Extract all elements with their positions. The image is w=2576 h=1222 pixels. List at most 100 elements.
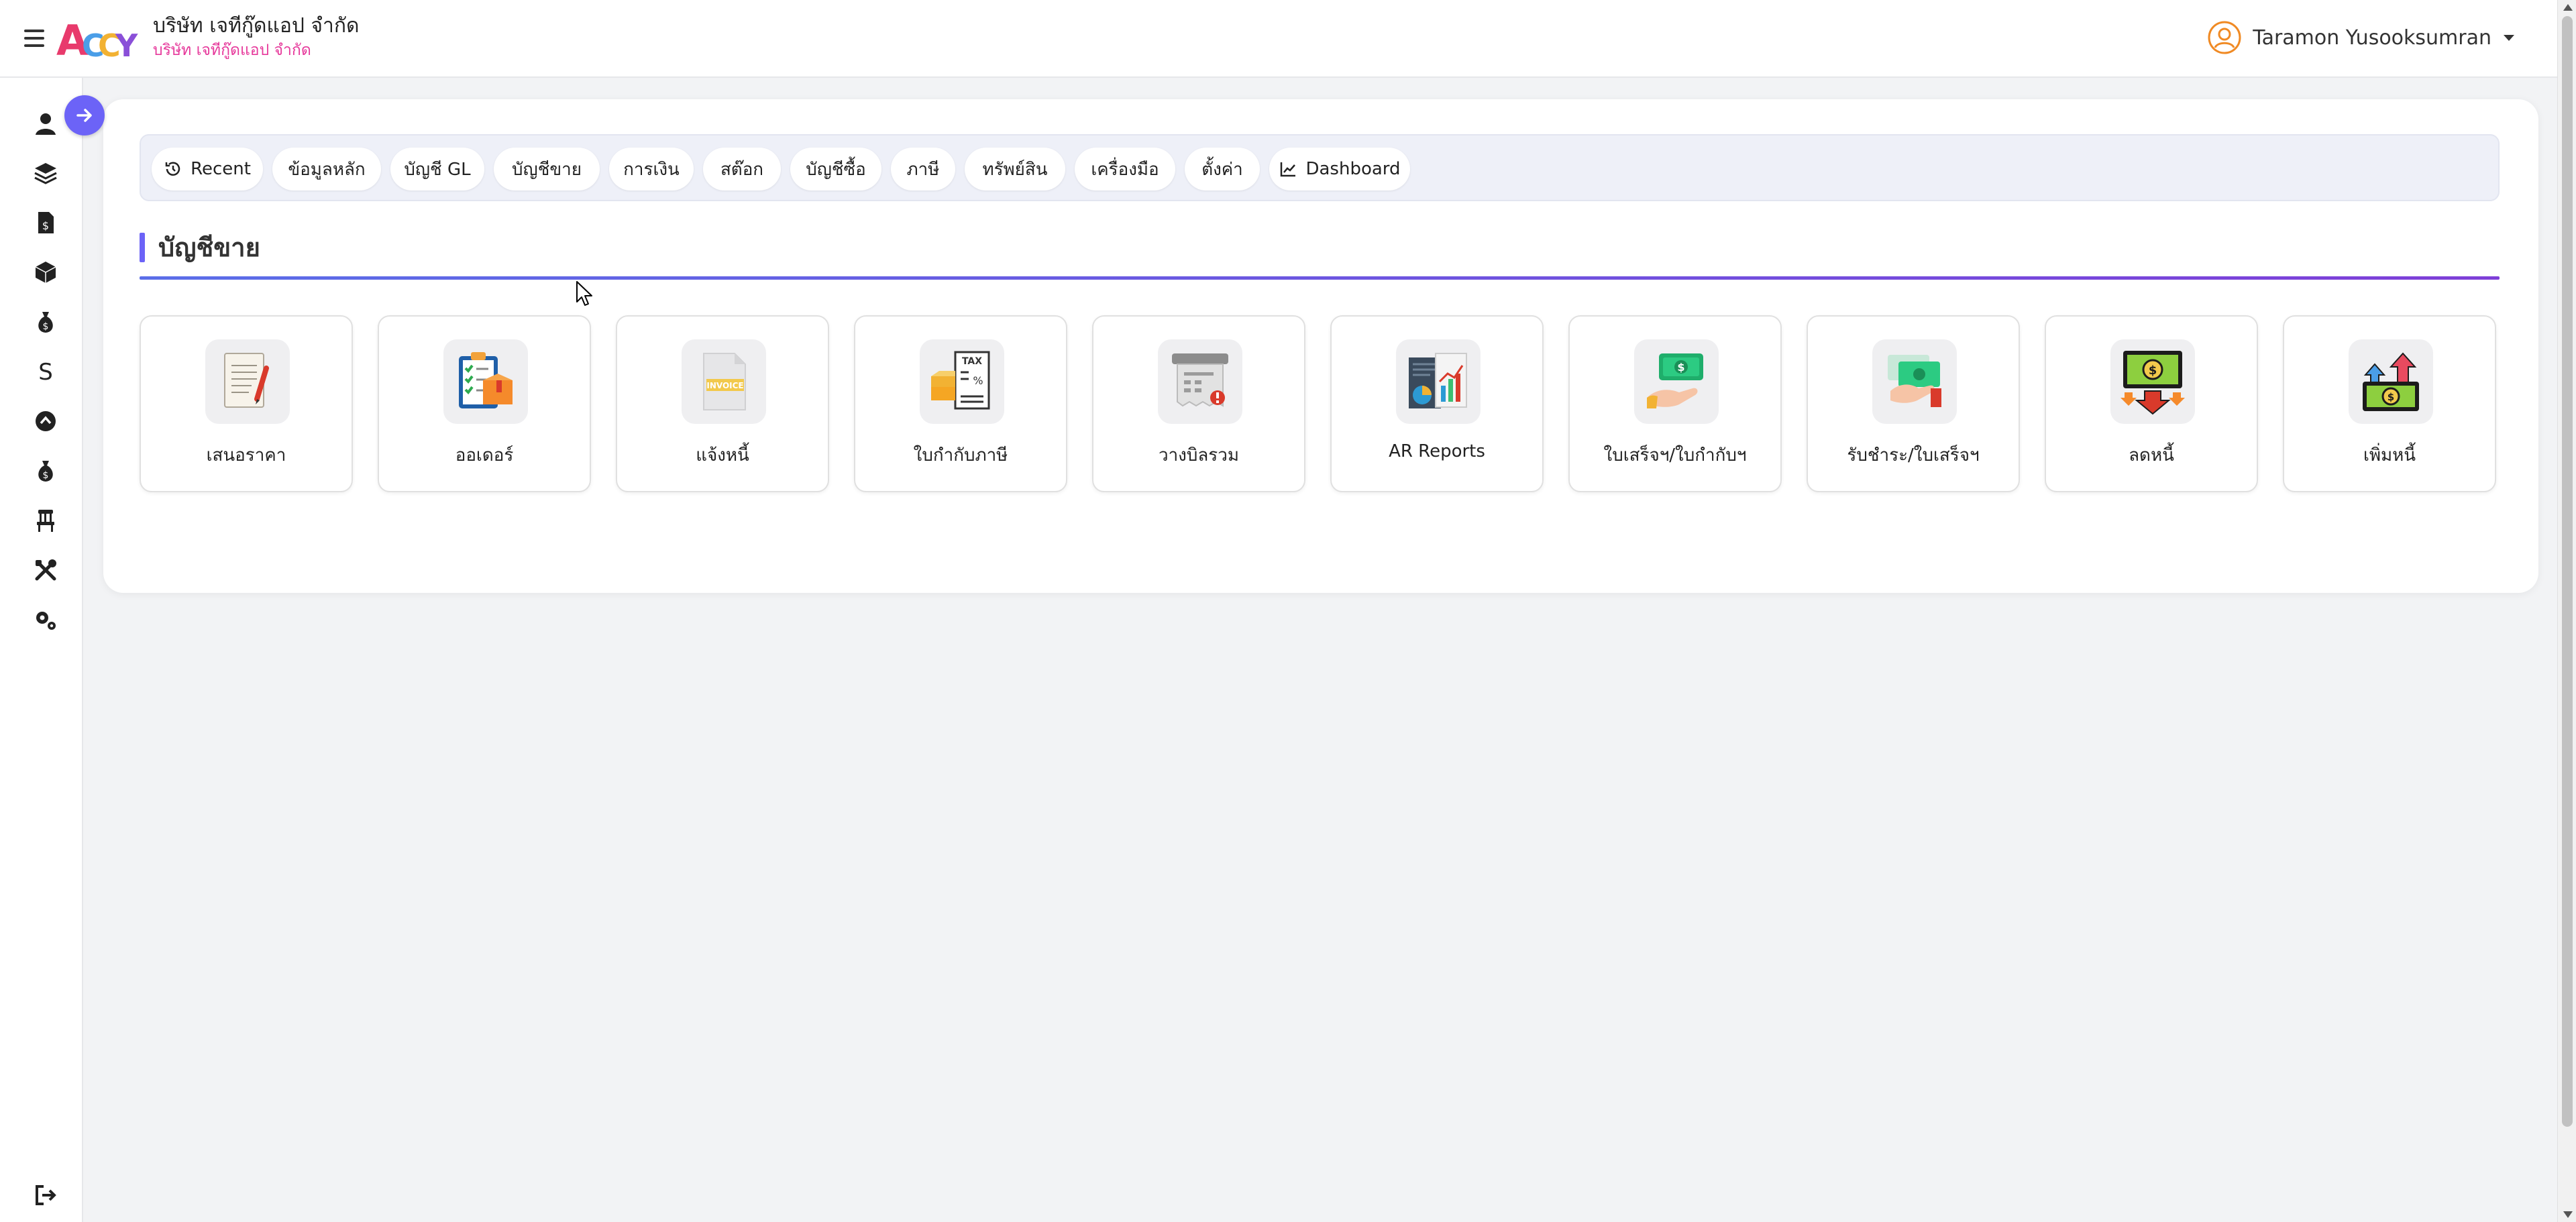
chevron-down-icon — [2504, 34, 2514, 41]
tile-quotation[interactable]: เสนอราคา — [140, 315, 353, 492]
company-block: บริษัท เจทีกู๊ดแอป จำกัด บริษัท เจทีกู๊ด… — [153, 12, 360, 60]
money-bag-icon: $ — [38, 461, 53, 482]
tab-master-data[interactable]: ข้อมูลหลัก — [272, 148, 381, 190]
tile-label: ใบกำกับภาษี — [913, 445, 1008, 465]
tab-label: การเงิน — [623, 159, 680, 180]
tile-billing[interactable]: วางบิลรวม — [1092, 315, 1305, 492]
sidebar: $ $ S $ — [0, 78, 83, 1222]
svg-text:INVOICE: INVOICE — [706, 381, 743, 390]
tile-payment-receipt[interactable]: รับชำระ/ใบเสร็จฯ — [1807, 315, 2020, 492]
accy-logo[interactable]: A C C Y — [55, 15, 142, 63]
svg-text:$: $ — [42, 219, 49, 232]
sidebar-item-logout[interactable] — [30, 1179, 62, 1211]
tab-finance[interactable]: การเงิน — [609, 148, 694, 190]
tile-label: เพิ่มหนี้ — [2363, 445, 2416, 465]
scroll-up-icon[interactable] — [2563, 4, 2573, 11]
svg-text:$: $ — [43, 321, 49, 332]
scroll-down-icon[interactable] — [2563, 1211, 2573, 1218]
debit-note-icon: $ — [2349, 339, 2433, 424]
tab-tax[interactable]: ภาษี — [891, 148, 955, 190]
tab-label: ภาษี — [906, 159, 940, 180]
user-name: Taramon Yusooksumran — [2253, 25, 2491, 50]
receipt-money-icon: $ — [1634, 339, 1719, 424]
tab-gl[interactable]: บัญชี GL — [390, 148, 484, 190]
sidebar-item-dollar[interactable]: S — [30, 355, 62, 388]
module-tab-bar: Recent ข้อมูลหลัก บัญชี GL บัญชีขาย การเ… — [140, 134, 2500, 201]
company-name: บริษัท เจทีกู๊ดแอป จำกัด — [153, 14, 360, 38]
menu-toggle-icon[interactable] — [24, 27, 44, 50]
tab-purchase[interactable]: บัญชีซื้อ — [790, 148, 881, 190]
cube-icon — [35, 262, 56, 283]
tab-label: Recent — [191, 159, 251, 179]
tile-label: ลดหนี้ — [2129, 445, 2174, 465]
page-title: บัญชีขาย — [158, 233, 260, 262]
report-chart-icon — [1396, 339, 1481, 424]
money-bag-icon: $ — [38, 312, 53, 333]
company-subtitle: บริษัท เจทีกู๊ดแอป จำกัด — [153, 42, 311, 59]
tab-sales[interactable]: บัญชีขาย — [494, 148, 600, 190]
user-menu[interactable]: Taramon Yusooksumran — [2207, 20, 2514, 55]
tab-label: ตั้งค่า — [1201, 159, 1243, 180]
tab-label: Dashboard — [1305, 159, 1401, 179]
logout-icon — [36, 1185, 56, 1205]
user-icon — [36, 113, 56, 135]
main-card: Recent ข้อมูลหลัก บัญชี GL บัญชีขาย การเ… — [103, 99, 2538, 593]
sidebar-item-tools[interactable] — [30, 554, 62, 586]
tile-credit-note[interactable]: $ ลดหนี้ — [2045, 315, 2258, 492]
tile-label: ออเดอร์ — [455, 445, 514, 465]
tab-assets[interactable]: ทรัพย์สิน — [965, 148, 1065, 190]
tab-label: เครื่องมือ — [1091, 159, 1159, 180]
tab-label: ทรัพย์สิน — [982, 159, 1048, 180]
svg-text:$: $ — [2149, 364, 2157, 378]
sidebar-expand-button[interactable] — [64, 95, 105, 135]
tab-stock[interactable]: สต๊อก — [703, 148, 781, 190]
user-avatar-icon — [2208, 21, 2241, 54]
tab-label: สต๊อก — [720, 159, 764, 180]
sidebar-item-settings[interactable] — [30, 604, 62, 636]
tile-ar-reports[interactable]: AR Reports — [1330, 315, 1544, 492]
tab-label: บัญชี GL — [404, 159, 471, 180]
scroll-thumb[interactable] — [2562, 16, 2573, 1127]
tab-label: บัญชีขาย — [512, 159, 582, 180]
credit-note-icon: $ — [2110, 339, 2195, 424]
tile-order[interactable]: ออเดอร์ — [378, 315, 591, 492]
top-header: A C C Y บริษัท เจทีกู๊ดแอป จำกัด บริษัท … — [0, 0, 2557, 78]
sidebar-item-cube[interactable] — [30, 256, 62, 288]
vertical-scrollbar[interactable] — [2557, 0, 2576, 1222]
order-icon — [443, 339, 528, 424]
arrow-right-icon — [76, 109, 92, 122]
svg-text:TAX: TAX — [962, 356, 982, 367]
sidebar-item-money-bag-2[interactable]: $ — [30, 455, 62, 487]
sidebar-item-up[interactable] — [30, 405, 62, 437]
sidebar-item-chair[interactable] — [30, 504, 62, 537]
svg-text:Y: Y — [115, 27, 138, 63]
sidebar-item-money-bag[interactable]: $ — [30, 306, 62, 338]
tab-dashboard[interactable]: Dashboard — [1269, 148, 1410, 190]
tile-label: ใบเสร็จฯ/ใบกำกับฯ — [1603, 445, 1747, 465]
tab-recent[interactable]: Recent — [152, 148, 263, 190]
tile-tax-invoice[interactable]: TAX% ใบกำกับภาษี — [854, 315, 1067, 492]
mouse-cursor-icon — [576, 281, 592, 306]
sidebar-item-invoice[interactable]: $ — [30, 207, 62, 239]
history-icon — [165, 162, 180, 176]
tile-receipt-tax-invoice[interactable]: $ ใบเสร็จฯ/ใบกำกับฯ — [1568, 315, 1782, 492]
chair-icon — [37, 510, 54, 532]
sidebar-item-user[interactable] — [30, 107, 62, 140]
tools-icon — [35, 559, 56, 581]
layers-icon — [34, 163, 57, 184]
tab-settings[interactable]: ตั้งค่า — [1185, 148, 1260, 190]
svg-text:$: $ — [2387, 391, 2394, 403]
tile-label: วางบิลรวม — [1158, 445, 1240, 465]
sidebar-item-layers[interactable] — [30, 157, 62, 189]
tile-debit-note[interactable]: $ เพิ่มหนี้ — [2283, 315, 2496, 492]
svg-text:%: % — [973, 374, 983, 387]
dollar-icon: S — [38, 359, 53, 384]
tab-label: ข้อมูลหลัก — [288, 159, 366, 180]
invoice-icon: $ — [38, 212, 54, 233]
title-accent-bar — [140, 232, 145, 262]
billing-icon — [1158, 339, 1242, 424]
tab-tools[interactable]: เครื่องมือ — [1075, 148, 1175, 190]
tile-invoice[interactable]: INVOICE แจ้งหนี้ — [616, 315, 829, 492]
section-heading: บัญชีขาย — [140, 227, 260, 268]
tile-label: เสนอราคา — [206, 445, 286, 465]
